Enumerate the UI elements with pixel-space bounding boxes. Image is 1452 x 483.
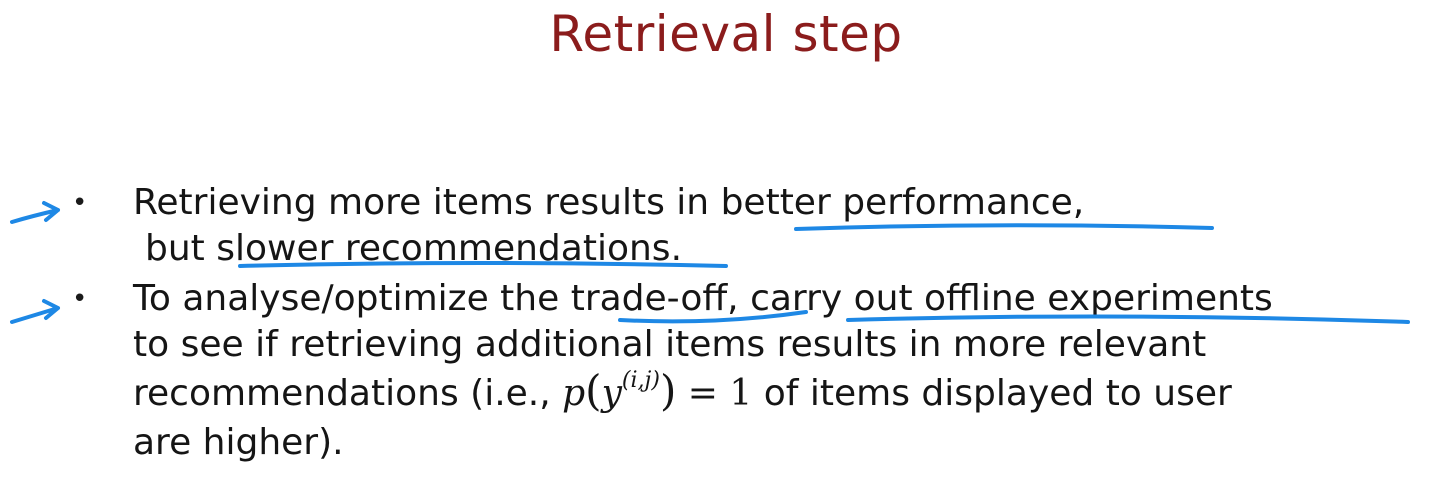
highlight-slower-recommendations: lower recommendations xyxy=(234,228,671,269)
highlight-offline-experiments: carry out offline experiments xyxy=(750,278,1273,319)
text-segment: are higher). xyxy=(133,422,344,463)
math-expression: p(y(i,j)) = 1 xyxy=(562,370,753,415)
math-superscript: (i,j) xyxy=(621,368,660,393)
bullet-2-line-3: recommendations (i.e., p(y(i,j)) = 1 of … xyxy=(133,370,1232,417)
arrow-icon xyxy=(10,299,60,324)
math-paren-close: ) xyxy=(659,366,677,415)
arrow-icon xyxy=(10,201,60,224)
bullet-2-line-4: are higher). xyxy=(133,420,344,466)
text-segment: to see if retrieving additional items re… xyxy=(133,324,1207,365)
math-equals-one: = 1 xyxy=(687,373,753,414)
math-y: y xyxy=(601,373,622,414)
highlight-better-performance: better performance xyxy=(720,182,1073,223)
text-segment: recommendations (i.e., xyxy=(133,373,563,414)
bullet-dot-2: • xyxy=(72,284,88,314)
bullet-1-line-2: but slower recommendations. xyxy=(145,226,682,272)
slide: Retrieval step • Retrieving more items r… xyxy=(0,0,1452,483)
text-segment: . xyxy=(670,228,683,269)
math-paren-open: ( xyxy=(585,366,602,415)
text-segment: Retrieving more items results in xyxy=(133,182,721,223)
bullet-1-line-1: Retrieving more items results in better … xyxy=(133,180,1084,226)
text-segment: To analyse/optimize the xyxy=(133,278,571,319)
slide-title: Retrieval step xyxy=(549,5,903,63)
bullet-dot-1: • xyxy=(72,188,88,218)
text-segment: , xyxy=(1072,182,1085,223)
text-segment: , xyxy=(727,278,751,319)
bullet-2-line-2: to see if retrieving additional items re… xyxy=(133,322,1206,368)
highlight-trade-off: trade-off xyxy=(570,278,728,319)
bullet-2-line-1: To analyse/optimize the trade-off, carry… xyxy=(133,276,1273,322)
text-segment: of items displayed to user xyxy=(752,373,1232,414)
math-p: p xyxy=(562,373,586,414)
text-segment: but s xyxy=(145,228,235,269)
